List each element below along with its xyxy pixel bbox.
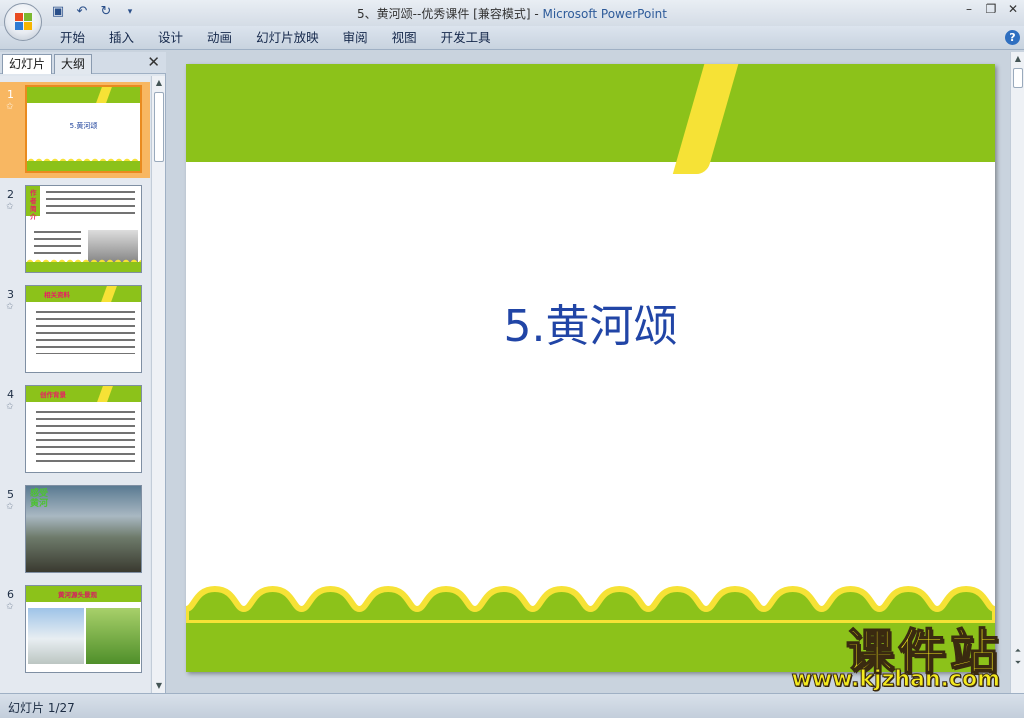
slide-title[interactable]: 5.黄河颂 xyxy=(186,290,995,354)
help-icon[interactable]: ? xyxy=(1005,30,1020,45)
restore-icon[interactable]: ❐ xyxy=(984,2,998,16)
watermark-url: www.kjzhan.com xyxy=(791,667,1001,693)
editor-scrollbar[interactable]: ▲ ⏶ ⏷ xyxy=(1010,52,1024,693)
pane-scrollbar[interactable]: ▲ ▼ xyxy=(151,76,165,693)
thumbnail-heading: 作者简介 xyxy=(30,189,37,221)
thumbnail-image: 感受黄河 xyxy=(25,485,142,573)
thumbnail-heading: 感受黄河 xyxy=(30,489,49,509)
tab-developer[interactable]: 开发工具 xyxy=(429,30,503,46)
next-slide-icon[interactable]: ⏷ xyxy=(1011,658,1024,668)
slide-thumbnail-6[interactable]: 6 ✩ 黄河源头景观 xyxy=(0,582,150,678)
tab-review[interactable]: 审阅 xyxy=(331,30,380,46)
window-controls: – ❐ ✕ xyxy=(962,2,1020,16)
slide-thumbnail-1[interactable]: 1 ✩ 5.黄河颂 xyxy=(0,82,150,178)
animation-star-icon: ✩ xyxy=(6,302,14,312)
thumbnail-image: 5.黄河颂 xyxy=(25,85,142,173)
slide-thumbnail-4[interactable]: 4 ✩ 创作背景 xyxy=(0,382,150,478)
tab-slides[interactable]: 幻灯片 xyxy=(2,54,53,74)
watermark: 课件站 www.kjzhan.com xyxy=(772,612,1002,692)
slide-number: 3 xyxy=(7,288,14,301)
thumbnail-image: 相关资料 xyxy=(25,285,142,373)
animation-star-icon: ✩ xyxy=(6,402,14,412)
animation-star-icon: ✩ xyxy=(6,502,14,512)
landscape-photo xyxy=(28,608,84,664)
animation-star-icon: ✩ xyxy=(6,102,14,112)
pane-close-icon[interactable]: ✕ xyxy=(147,53,160,72)
slide-thumbnail-2[interactable]: 2 ✩ 作者简介 xyxy=(0,182,150,278)
thumbnail-heading: 黄河源头景观 xyxy=(58,591,97,599)
slide-thumbnail-5[interactable]: 5 ✩ 感受黄河 xyxy=(0,482,150,578)
slide-number: 2 xyxy=(7,188,14,201)
slide-number: 1 xyxy=(7,88,14,101)
prev-slide-icon[interactable]: ⏶ xyxy=(1011,646,1024,656)
office-logo-icon xyxy=(15,13,33,31)
thumbnail-title: 5.黄河颂 xyxy=(69,122,98,130)
window-title: 5、黄河颂--优秀课件 [兼容模式] - Microsoft PowerPoin… xyxy=(0,5,1024,22)
pane-tabs: 幻灯片 大纲 ✕ xyxy=(0,52,166,74)
slide-editor: 5.黄河颂 xyxy=(168,52,1010,693)
scroll-up-icon[interactable]: ▲ xyxy=(152,76,166,90)
thumbnail-image: 创作背景 xyxy=(25,385,142,473)
title-bar: ▣ ↶ ↻ ▾ 5、黄河颂--优秀课件 [兼容模式] - Microsoft P… xyxy=(0,0,1024,41)
close-icon[interactable]: ✕ xyxy=(1006,2,1020,16)
grassland-photo xyxy=(86,608,140,664)
ribbon-tab-bar: 开始 插入 设计 动画 幻灯片放映 审阅 视图 开发工具 ? xyxy=(0,26,1024,50)
scroll-down-icon[interactable]: ▼ xyxy=(152,679,166,693)
tab-slideshow[interactable]: 幻灯片放映 xyxy=(244,30,331,46)
tab-insert[interactable]: 插入 xyxy=(97,30,146,46)
document-title: 5、黄河颂--优秀课件 [兼容模式] - xyxy=(357,7,543,21)
slide-header-band xyxy=(186,64,995,162)
slide-count-status: 幻灯片 1/27 xyxy=(8,701,75,715)
tab-design[interactable]: 设计 xyxy=(146,30,195,46)
thumbnail-image: 作者简介 xyxy=(25,185,142,273)
scroll-thumb[interactable] xyxy=(1013,68,1023,88)
tab-animations[interactable]: 动画 xyxy=(195,30,244,46)
animation-star-icon: ✩ xyxy=(6,202,14,212)
thumbnail-heading: 创作背景 xyxy=(40,391,66,399)
app-name: Microsoft PowerPoint xyxy=(542,7,667,21)
thumbnail-image: 黄河源头景观 xyxy=(25,585,142,673)
scroll-thumb[interactable] xyxy=(154,92,164,162)
tab-view[interactable]: 视图 xyxy=(380,30,429,46)
scroll-up-icon[interactable]: ▲ xyxy=(1011,54,1024,63)
slide-thumbnail-3[interactable]: 3 ✩ 相关资料 xyxy=(0,282,150,378)
slide-thumbnail-list: 1 ✩ 5.黄河颂 2 ✩ 作者简介 3 ✩ 相关资料 4 ✩ 创作背景 5 ✩… xyxy=(0,76,150,693)
minimize-icon[interactable]: – xyxy=(962,2,976,16)
slide-number: 6 xyxy=(7,588,14,601)
slide-number: 4 xyxy=(7,388,14,401)
slides-pane: 幻灯片 大纲 ✕ 1 ✩ 5.黄河颂 2 ✩ 作者简介 3 ✩ 相关资料 4 ✩… xyxy=(0,52,166,693)
status-bar: 幻灯片 1/27 xyxy=(0,693,1024,718)
slide-number: 5 xyxy=(7,488,14,501)
animation-star-icon: ✩ xyxy=(6,602,14,612)
office-button[interactable] xyxy=(4,3,42,41)
tab-outline[interactable]: 大纲 xyxy=(54,54,93,74)
current-slide[interactable]: 5.黄河颂 xyxy=(186,64,995,672)
thumbnail-heading: 相关资料 xyxy=(44,291,70,299)
tab-home[interactable]: 开始 xyxy=(48,30,97,46)
